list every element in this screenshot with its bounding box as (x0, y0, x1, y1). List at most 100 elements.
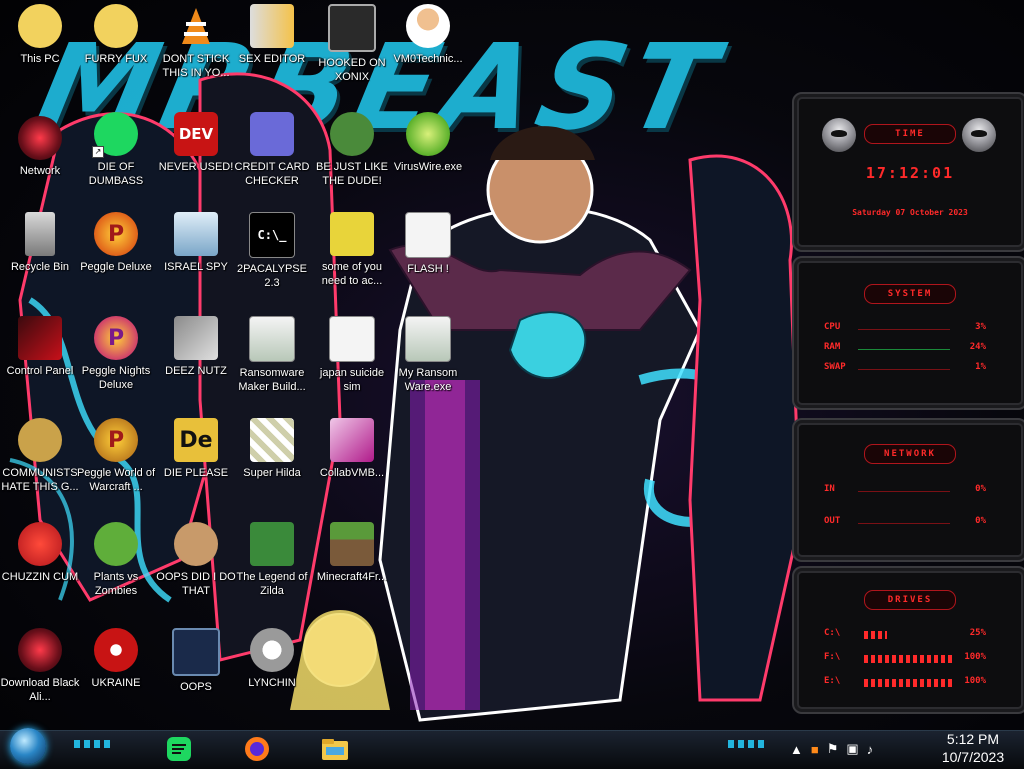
drive-f-label: F:\ (824, 652, 841, 662)
network-widget-header: NETWORK (864, 444, 956, 464)
peggle-letter: P (107, 427, 125, 453)
desktop-icon-label: My Ransom Ware.exe (398, 367, 458, 393)
desktop-icon-die-of-dumbass[interactable]: ↗ DIE OF DUMBASS (76, 112, 156, 188)
desktop-icon-ransomware-maker[interactable]: Ransomware Maker Build... (232, 316, 312, 394)
desktop-icon-lynchin[interactable]: LYNCHIN (232, 628, 312, 690)
dog-icon (330, 212, 374, 256)
desktop-icon-viruswire[interactable]: VirusWire.exe (388, 112, 468, 174)
desktop-icon-dont-stick[interactable]: DONT STICK THIS IN YO... (156, 4, 236, 80)
desktop-icon-flash[interactable]: FLASH ! (388, 212, 468, 276)
desktop-icon-communists[interactable]: COMMUNISTS HATE THIS G... (0, 418, 80, 494)
network-icon (18, 116, 62, 160)
desktop-icon-credit-card[interactable]: CREDIT CARD CHECKER (232, 112, 312, 188)
desktop-icon-label: COMMUNISTS HATE THIS G... (1, 467, 79, 493)
desktop-icon-plants-vs-zombies[interactable]: Plants vs Zombies (76, 522, 156, 598)
cpu-row: CPU 3% (824, 322, 986, 336)
desktop-icon-peggle-deluxe[interactable]: P Peggle Deluxe (76, 212, 156, 274)
desktop-icon-control-panel[interactable]: Control Panel (0, 316, 80, 378)
cpu-graph-line (858, 329, 950, 330)
desktop-icon-be-just-like[interactable]: BE JUST LIKE THE DUDE! (312, 112, 392, 188)
pixel-art-icon (250, 418, 294, 462)
desktop-icon-network[interactable]: Network (0, 116, 80, 178)
desktop-icon-deez-nutz[interactable]: DEEZ NUTZ (156, 316, 236, 378)
desktop-icon-label: DEEZ NUTZ (165, 365, 227, 377)
volume-icon[interactable]: ♪ (867, 742, 874, 757)
desktop-icon-label: Ransomware Maker Build... (238, 367, 306, 393)
desktop-icon-label: Peggle Deluxe (80, 261, 152, 273)
swap-graph-line (858, 369, 950, 370)
desktop-icon-my-ransomware[interactable]: My Ransom Ware.exe (388, 316, 468, 394)
desktop-icon-label: CollabVMB... (319, 467, 385, 479)
ram-row: RAM 24% (824, 342, 986, 356)
taskbar-file-explorer[interactable] (318, 732, 352, 766)
network-tray-icon[interactable]: ▣ (846, 741, 858, 757)
peggle-nights-icon: P (94, 316, 138, 360)
desktop-icon-label: ISRAEL SPY (164, 261, 228, 273)
drive-e-row: E:\ 100% (824, 676, 986, 690)
net-in-value: 0% (975, 484, 986, 494)
spotify-icon (167, 737, 191, 761)
desktop-icon-hooked-on-xonix[interactable]: HOOKED ON XONIX (312, 4, 392, 84)
desktop-icon-recycle-bin[interactable]: Recycle Bin (0, 212, 80, 274)
cmd-icon: C:\_ (249, 212, 295, 258)
desktop-icon-label: FLASH ! (407, 263, 449, 275)
vlc-cone-shape (182, 8, 210, 44)
desktop-icon-vm0technic[interactable]: VM0Technic... (388, 4, 468, 66)
money-bag-icon (18, 418, 62, 462)
desktop-icon-label: SEX EDITOR (238, 53, 306, 65)
net-in-row: IN 0% (824, 484, 986, 498)
desktop-icon-collabvm[interactable]: CollabVMB... (312, 418, 392, 480)
drive-f-row: F:\ 100% (824, 652, 986, 666)
drive-f-usage-bar (864, 655, 954, 663)
start-button[interactable] (6, 728, 48, 768)
desktop-icon-2pacalypse[interactable]: C:\_ 2PACALYPSE 2.3 (232, 212, 312, 290)
tray-app-icon[interactable]: ■ (811, 742, 819, 757)
desktop-icon-furry-fux[interactable]: FURRY FUX (76, 4, 156, 66)
chuzzle-icon (18, 522, 62, 566)
taskbar-firefox[interactable] (240, 732, 274, 766)
pixel-hero-icon (250, 522, 294, 566)
peggle-letter: P (107, 221, 125, 247)
desktop-icon-label: DIE PLEASE (163, 467, 229, 479)
spotify-icon: ↗ (92, 112, 138, 158)
desktop-icon-chuzzin[interactable]: CHUZZIN CUM (0, 522, 80, 584)
desktop-icon-japan-suicide-sim[interactable]: japan suicide sim (312, 316, 392, 394)
show-hidden-icons-icon[interactable]: ▲ (790, 742, 803, 757)
flag-icon[interactable]: ⚑ (827, 741, 839, 757)
taskbar-spotify[interactable] (162, 732, 196, 766)
net-in-graph-line (858, 491, 950, 492)
system-tray: ▲ ■ ⚑ ▣ ♪ (790, 730, 881, 768)
desktop-icon-sex-editor[interactable]: SEX EDITOR (232, 4, 312, 66)
desktop-icon-label: OOPS (180, 681, 212, 693)
net-out-label: OUT (824, 516, 841, 526)
desktop-icon-israel-spy[interactable]: ISRAEL SPY (156, 212, 236, 274)
desktop-icon-ukraine[interactable]: UKRAINE (76, 628, 156, 690)
desktop-icon-label: DONT STICK THIS IN YO... (162, 53, 230, 79)
desktop-icon-oops-did-i[interactable]: OOPS DID I DO THAT (156, 522, 236, 598)
desktop-icon-super-hilda[interactable]: Super Hilda (232, 418, 312, 480)
desktop-icon-label: Plants vs Zombies (93, 571, 139, 597)
net-out-value: 0% (975, 516, 986, 526)
time-widget: TIME 17:12:01 Saturday 07 October 2023 (792, 92, 1024, 252)
desktop-icon-download-black-ali[interactable]: Download Black Ali... (0, 628, 80, 704)
computer-icon (174, 212, 218, 256)
swap-value: 1% (975, 362, 986, 372)
desktop-icon-legend-of-zilda[interactable]: The Legend of Zilda (232, 522, 312, 598)
desktop-icon-peggle-nights[interactable]: P Peggle Nights Deluxe (76, 316, 156, 392)
desktop-icon-never-used[interactable]: DEV NEVER USED! (156, 112, 236, 174)
desktop-icon-some-of-you[interactable]: some of you need to ac... (312, 212, 392, 288)
desktop-icon-this-pc[interactable]: This PC (0, 4, 80, 66)
recycle-bin-icon (25, 212, 55, 256)
desktop-icon-peggle-wow[interactable]: P Peggle World of Warcraft ... (76, 418, 156, 494)
drive-c-usage-bar (864, 631, 887, 639)
desktop-icon-minecraft[interactable]: Minecraft4Fr... (312, 522, 392, 584)
desktop-icon-label: Peggle Nights Deluxe (81, 365, 151, 391)
desktop-icon-die-please[interactable]: De DIE PLEASE (156, 418, 236, 480)
taskbar-clock[interactable]: 5:12 PM 10/7/2023 (928, 730, 1018, 768)
desktop-icon-label: UKRAINE (91, 677, 141, 689)
swap-row: SWAP 1% (824, 362, 986, 376)
santa-icon (330, 112, 374, 156)
peggle-wow-icon: P (94, 418, 138, 462)
drive-e-label: E:\ (824, 676, 841, 686)
desktop-icon-oops[interactable]: OOPS (156, 628, 236, 694)
